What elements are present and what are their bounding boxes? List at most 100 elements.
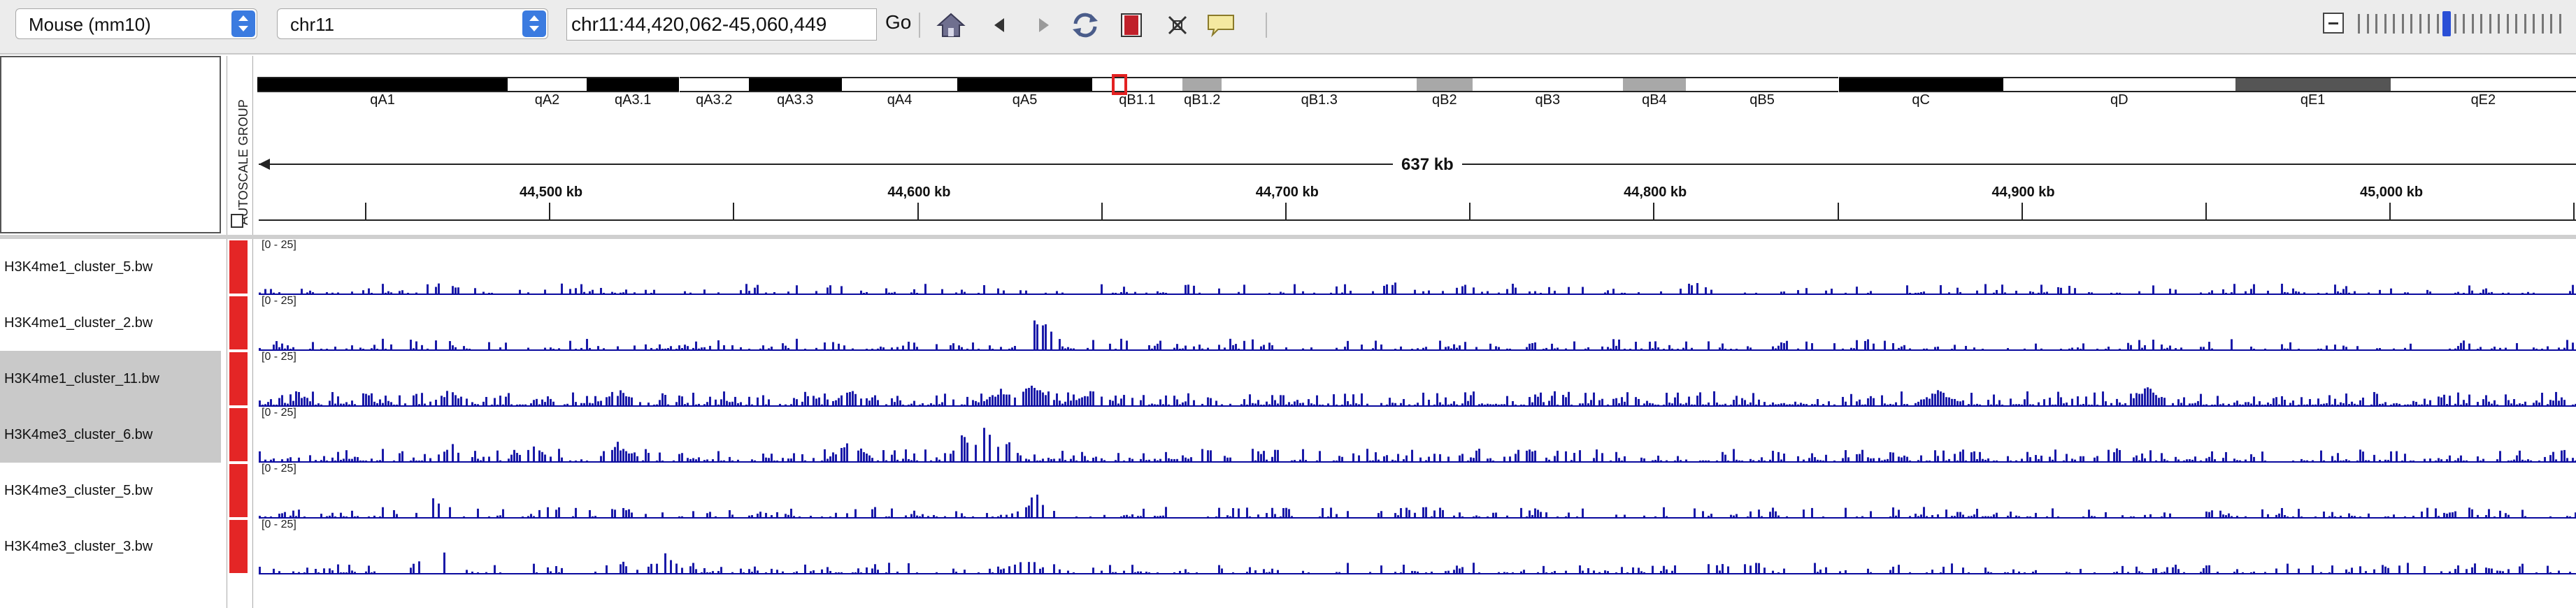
toolbar: Mouse (mm10) chr11 Go bbox=[0, 0, 2576, 55]
track-name-h3k4me1-cluster-5-bw[interactable]: H3K4me1_cluster_5.bw bbox=[0, 239, 221, 295]
track-name-label: H3K4me1_cluster_5.bw bbox=[4, 259, 153, 275]
toolbar-separator bbox=[919, 13, 920, 38]
data-track[interactable]: [0 - 25] bbox=[259, 407, 2576, 463]
ideogram-band[interactable] bbox=[1222, 77, 1417, 92]
ruler-tick bbox=[733, 203, 735, 219]
track-name-h3k4me1-cluster-11-bw[interactable]: H3K4me1_cluster_11.bw bbox=[0, 351, 221, 407]
zoom-slider-tick bbox=[2489, 14, 2491, 34]
ideogram-band[interactable] bbox=[586, 77, 680, 92]
autoscale-checkbox[interactable] bbox=[231, 214, 243, 228]
zoom-slider-thumb[interactable] bbox=[2442, 11, 2451, 36]
attribute-cell[interactable] bbox=[229, 520, 248, 573]
ideogram-band-label: qB1.2 bbox=[1184, 92, 1221, 108]
back-arrow-icon[interactable] bbox=[985, 10, 1015, 41]
data-track[interactable]: [0 - 25] bbox=[259, 463, 2576, 519]
chromosome-ideogram[interactable] bbox=[257, 77, 2576, 92]
popup-text-icon[interactable] bbox=[1205, 10, 1236, 41]
ideogram-band-label: qB3 bbox=[1535, 92, 1561, 108]
track-name-label: H3K4me3_cluster_6.bw bbox=[4, 426, 153, 442]
data-track[interactable]: [0 - 25] bbox=[259, 295, 2576, 351]
track-name-h3k4me3-cluster-6-bw[interactable]: H3K4me3_cluster_6.bw bbox=[0, 407, 221, 463]
ideogram-band[interactable] bbox=[1685, 77, 1839, 92]
attribute-cell[interactable] bbox=[229, 464, 248, 517]
zoom-slider-tick bbox=[2366, 14, 2369, 34]
data-track[interactable]: [0 - 25] bbox=[259, 519, 2576, 574]
track-name-label: H3K4me1_cluster_2.bw bbox=[4, 314, 153, 331]
ideogram-band[interactable] bbox=[1623, 77, 1686, 92]
zoom-slider-tick bbox=[2393, 14, 2395, 34]
zoom-slider-tick bbox=[2550, 14, 2552, 34]
data-track[interactable]: [0 - 25] bbox=[259, 351, 2576, 407]
ruler-tick bbox=[2205, 203, 2207, 219]
track-name-label: H3K4me1_cluster_11.bw bbox=[4, 370, 159, 386]
track-name-label: H3K4me3_cluster_5.bw bbox=[4, 482, 153, 498]
ideogram-band[interactable] bbox=[2235, 77, 2391, 92]
attribute-cell[interactable] bbox=[229, 240, 248, 294]
ideogram-band-label: qA4 bbox=[887, 92, 913, 108]
ruler-tick bbox=[2021, 203, 2023, 219]
home-icon[interactable] bbox=[936, 10, 966, 41]
track-name-h3k4me1-cluster-2-bw[interactable]: H3K4me1_cluster_2.bw bbox=[0, 295, 221, 351]
zoom-slider-tick bbox=[2454, 14, 2456, 34]
ruler-tick bbox=[1285, 203, 1287, 219]
refresh-icon[interactable] bbox=[1070, 10, 1101, 41]
current-region-marker bbox=[1112, 74, 1127, 95]
track-baseline bbox=[259, 573, 2576, 574]
zoom-slider-tick bbox=[2515, 14, 2517, 34]
ruler-tick bbox=[549, 203, 551, 219]
ruler-tick-label: 45,000 kb bbox=[2359, 184, 2424, 200]
zoom-slider-tick bbox=[2358, 14, 2360, 34]
ideogram-band[interactable] bbox=[748, 77, 842, 92]
ideogram-band[interactable] bbox=[508, 77, 587, 92]
resize-icon[interactable] bbox=[1162, 10, 1193, 41]
ruler-span-label: 637 kb bbox=[1393, 155, 1462, 175]
chromosome-dropdown-arrows-icon[interactable] bbox=[522, 10, 546, 37]
data-track[interactable]: [0 - 25] bbox=[259, 239, 2576, 295]
attribute-cell[interactable] bbox=[229, 352, 248, 405]
ideogram-band-label: qC bbox=[1912, 92, 1931, 108]
attribute-cell[interactable] bbox=[229, 296, 248, 349]
zoom-slider-tick bbox=[2506, 14, 2509, 34]
track-name-h3k4me3-cluster-3-bw[interactable]: H3K4me3_cluster_3.bw bbox=[0, 519, 221, 574]
ideogram-band[interactable] bbox=[841, 77, 958, 92]
ideogram-band[interactable] bbox=[957, 77, 1092, 92]
chromosome-dropdown[interactable]: chr11 bbox=[277, 8, 548, 39]
ideogram-band[interactable] bbox=[1838, 77, 2003, 92]
ruler-tick bbox=[1837, 203, 1839, 219]
zoom-out-button[interactable] bbox=[2323, 13, 2344, 34]
ideogram-band-label: qB1.3 bbox=[1301, 92, 1338, 108]
ideogram-band-label: qA1 bbox=[370, 92, 395, 108]
ruler-tick-label: 44,500 kb bbox=[519, 184, 583, 200]
ideogram-band[interactable] bbox=[2003, 77, 2235, 92]
ideogram-band[interactable] bbox=[679, 77, 749, 92]
forward-arrow-icon[interactable] bbox=[1028, 10, 1059, 41]
genome-dropdown[interactable]: Mouse (mm10) bbox=[15, 8, 257, 39]
ideogram-band-label: qA5 bbox=[1012, 92, 1038, 108]
zoom-slider-tick bbox=[2419, 14, 2421, 34]
track-name-h3k4me3-cluster-5-bw[interactable]: H3K4me3_cluster_5.bw bbox=[0, 463, 221, 519]
ideogram-band-label: qB2 bbox=[1431, 92, 1457, 108]
attribute-cell[interactable] bbox=[229, 408, 248, 461]
zoom-slider-tick bbox=[2471, 14, 2474, 34]
zoom-slider-tick bbox=[2436, 14, 2439, 34]
ideogram-band[interactable] bbox=[2390, 77, 2576, 92]
go-button[interactable]: Go bbox=[885, 11, 911, 34]
coverage-bars bbox=[259, 494, 2576, 517]
ruler-tick-label: 44,800 kb bbox=[1624, 184, 1687, 200]
ideogram-band[interactable] bbox=[1472, 77, 1624, 92]
coverage-bars bbox=[259, 282, 2574, 294]
ideogram-band-label: qA3.1 bbox=[615, 92, 652, 108]
ideogram-band[interactable] bbox=[1417, 77, 1473, 92]
ideogram-band[interactable] bbox=[1092, 77, 1183, 92]
region-of-interest-icon[interactable] bbox=[1116, 10, 1147, 41]
ruler-tick-label: 44,900 kb bbox=[1991, 184, 2055, 200]
ideogram-band-label: qE1 bbox=[2300, 92, 2326, 108]
ideogram-band[interactable] bbox=[1182, 77, 1222, 92]
toolbar-separator bbox=[1266, 13, 1267, 38]
ideogram-band-label: qD bbox=[2110, 92, 2128, 108]
zoom-slider-tick bbox=[2541, 14, 2544, 34]
ideogram-band-label: qA3.2 bbox=[696, 92, 733, 108]
ideogram-band[interactable] bbox=[257, 77, 508, 92]
track-name-label: H3K4me3_cluster_3.bw bbox=[4, 538, 153, 554]
locus-search-input[interactable] bbox=[566, 8, 877, 41]
